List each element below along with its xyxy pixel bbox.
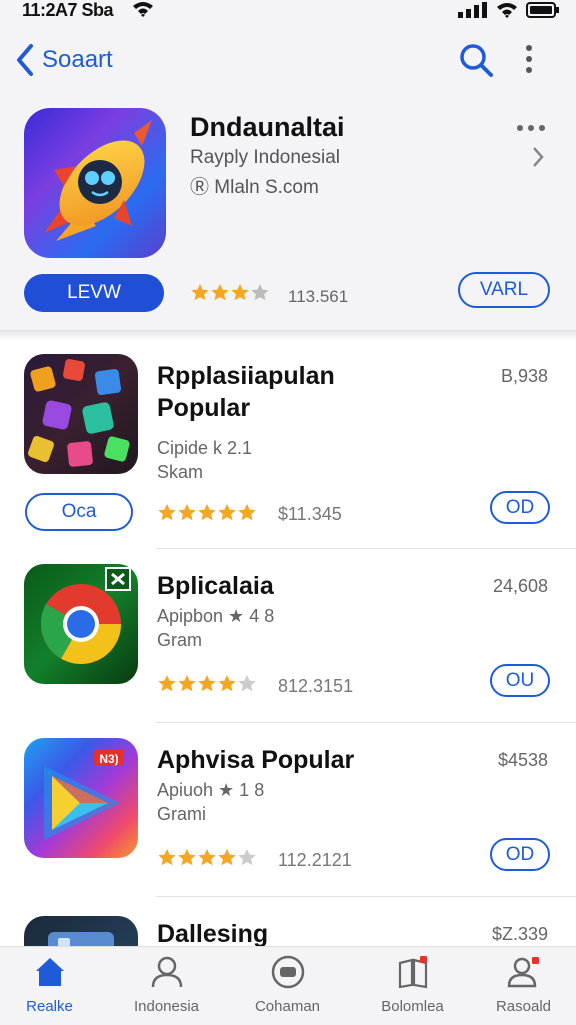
app-category: Grami [157,804,206,824]
book-icon [398,956,427,989]
app-title-line2: Popular [157,394,251,422]
rating-stars [158,849,256,866]
featured-right-button[interactable]: VARL [458,272,550,308]
tab-label: Indonesia [133,998,200,1015]
rating-stars [158,675,256,692]
copyright-icon: Ⓡ [190,177,215,198]
app-price: B,938 [500,366,548,386]
app-category: Gram [157,630,202,650]
more-vertical-icon [526,45,532,73]
nav-bar: Soaart [0,22,576,100]
list-item[interactable]: Dallesing $Z.339 [0,898,576,946]
signal-icon [458,2,487,18]
app-icon-play: N3) [24,738,138,858]
app-icon-rocket[interactable] [24,108,166,258]
browser-icon [40,567,131,664]
app-rating-count: 112.2121 [278,850,352,870]
games-icon [271,955,304,989]
tab-library[interactable]: Bolomlea [355,955,470,1015]
app-price: 24,608 [492,576,548,596]
get-button[interactable]: OD [490,491,550,524]
tab-profile[interactable]: Indonesia [109,955,224,1015]
featured-subtitle: Rayply Indonesial [190,147,340,168]
battery-icon [526,2,559,18]
app-left-button[interactable]: Oca [25,493,133,531]
tab-account[interactable]: Rasoald [466,955,576,1015]
list-item[interactable]: N3) Aphvisa Popular Apiuoh ★ 1 8 Grami $… [0,724,576,897]
app-icon-browser [24,564,138,684]
wifi-icon [497,3,517,18]
status-bar: 11:2A7 Sba [0,0,576,22]
list-item[interactable]: Bplicalaia Apipbon ★ 4 8 Gram 24,608 812… [0,550,576,723]
row-divider [156,548,576,549]
more-horizontal-button[interactable] [516,120,546,138]
app-icon-apps [24,354,138,474]
more-horizontal-icon [517,125,545,131]
get-button[interactable]: OU [490,664,550,697]
apps-collage-icon [28,359,130,467]
app-rating-count: 812.3151 [278,676,354,696]
section-divider [0,330,576,340]
row-divider [156,896,576,897]
app-subtitle: Cipide k 2.1 [157,438,253,458]
back-button[interactable]: Soaart [16,44,113,76]
play-icon: N3) [44,750,124,840]
more-button[interactable] [524,44,534,79]
app-title-line1: Rpplasiiapulan [157,362,335,390]
tab-label: Rasoald [495,998,552,1015]
home-icon [35,958,64,986]
tab-label: Bolomlea [381,998,444,1015]
app-price: $4538 [497,750,548,770]
tab-games[interactable]: Cohaman [230,955,345,1015]
featured-developer-text: Mlaln S.com [214,177,319,198]
featured-title: Dndaunaltai [190,112,345,142]
wifi-icon [133,2,153,17]
status-time: 11:2A7 Sba [22,0,114,20]
chevron-right-icon [533,147,544,167]
get-button[interactable]: OD [490,838,550,871]
chevron-left-icon [17,44,33,76]
list-item[interactable]: Rpplasiiapulan Popular Cipide k 2.1 Skam… [0,340,576,549]
account-icon [507,957,539,988]
app-icon-partial [24,916,138,946]
featured-left-button[interactable]: LEVW [24,274,164,312]
search-button[interactable] [458,42,494,83]
row-divider [156,722,576,723]
app-category: Skam [157,462,204,482]
rocket-icon [44,120,152,241]
chevron-right-button[interactable] [532,146,544,173]
rating-stars [158,504,256,521]
tab-label: Cohaman [254,998,321,1015]
app-title: Rpplasiiapulan Popular [157,360,335,424]
svg-text:N3): N3) [99,752,118,766]
search-icon [460,44,493,77]
tab-bar: Realke Indonesia Cohaman Bolomlea Rasoal… [0,946,576,1025]
app-rating-count: $11.345 [278,504,342,524]
app-price: $Z.339 [491,924,548,944]
app-title: Dallesing [157,920,269,946]
person-icon [151,956,182,988]
featured-rating-count: 113.561 [288,287,349,306]
rating-stars [191,284,269,301]
app-title: Bplicalaia [157,572,274,600]
app-subtitle: Apipbon ★ 4 8 [157,606,275,626]
app-subtitle: Apiuoh ★ 1 8 [157,780,265,800]
app-title: Aphvisa Popular [157,746,355,774]
featured-developer: Ⓡ Mlaln S.com [190,172,319,199]
tab-home[interactable]: Realke [0,955,107,1015]
back-label: Soaart [42,46,113,73]
app-preview-icon [48,932,114,946]
featured-app: Dndaunaltai Rayply Indonesial Ⓡ Mlaln S.… [0,100,576,330]
tab-label: Realke [26,998,73,1015]
